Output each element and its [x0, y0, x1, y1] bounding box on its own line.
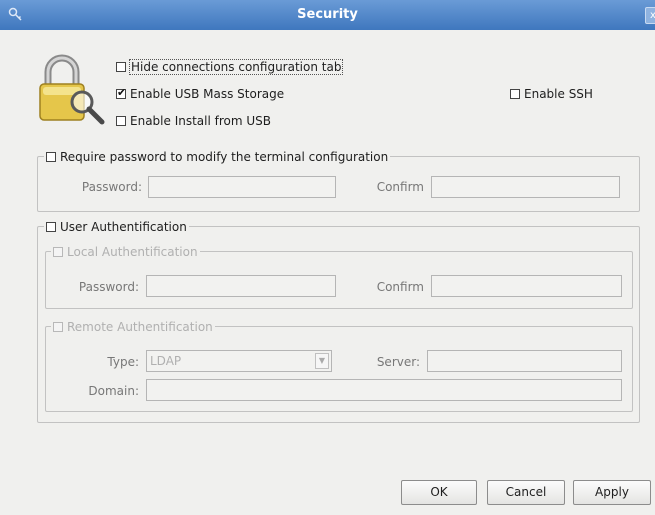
hide-tab-checkbox[interactable]: [116, 61, 126, 72]
install-usb-checkbox[interactable]: [116, 115, 126, 126]
type-label: Type:: [107, 355, 139, 369]
hide-tab-option[interactable]: Hide connections configuration tab: [116, 58, 344, 75]
server-input[interactable]: [427, 350, 622, 372]
install-usb-option[interactable]: Enable Install from USB: [116, 113, 271, 128]
terminal-confirm-input[interactable]: [431, 176, 620, 198]
apply-button[interactable]: Apply: [573, 480, 651, 505]
local-password-label: Password:: [78, 280, 139, 294]
terminal-password-label: Password:: [81, 180, 142, 194]
remote-auth-checkbox[interactable]: [53, 321, 63, 332]
terminal-password-checkbox[interactable]: [46, 151, 56, 162]
terminal-password-legend[interactable]: Require password to modify the terminal …: [44, 149, 391, 164]
local-confirm-input[interactable]: [431, 275, 622, 297]
server-label: Server:: [376, 355, 420, 369]
terminal-password-input[interactable]: [148, 176, 336, 198]
local-auth-title: Local Authentification: [67, 244, 198, 259]
domain-input[interactable]: [146, 379, 622, 401]
window-title: Security: [297, 7, 358, 22]
terminal-confirm-label: Confirm: [376, 180, 424, 194]
padlock-magnifier-icon: [39, 54, 105, 125]
terminal-password-title: Require password to modify the terminal …: [60, 149, 389, 164]
remote-auth-legend[interactable]: Remote Authentification: [51, 319, 215, 334]
remote-auth-title: Remote Authentification: [67, 319, 213, 334]
usb-storage-label: Enable USB Mass Storage: [130, 86, 285, 101]
local-auth-checkbox[interactable]: [53, 246, 63, 257]
ssh-option[interactable]: Enable SSH: [510, 86, 593, 101]
local-confirm-label: Confirm: [376, 280, 424, 294]
user-auth-title: User Authentification: [60, 219, 187, 234]
user-auth-legend[interactable]: User Authentification: [44, 219, 189, 234]
ok-button[interactable]: OK: [401, 480, 477, 505]
hide-tab-label: Hide connections configuration tab: [128, 58, 344, 75]
usb-storage-option[interactable]: ✔ Enable USB Mass Storage: [116, 86, 284, 101]
cancel-button[interactable]: Cancel: [487, 480, 565, 505]
usb-storage-checkbox[interactable]: ✔: [116, 85, 127, 99]
domain-label: Domain:: [88, 384, 139, 398]
user-auth-checkbox[interactable]: [46, 221, 56, 232]
title-bar: Security x: [0, 0, 655, 30]
chevron-down-icon[interactable]: ▼: [315, 353, 329, 369]
checkmark-icon: ✔: [117, 85, 127, 99]
local-password-input[interactable]: [146, 275, 336, 297]
ssh-checkbox[interactable]: [510, 88, 520, 99]
install-usb-label: Enable Install from USB: [130, 113, 271, 128]
type-select-value: LDAP: [150, 354, 182, 368]
ssh-label: Enable SSH: [524, 86, 593, 101]
type-select[interactable]: LDAP ▼: [146, 350, 332, 372]
local-auth-legend[interactable]: Local Authentification: [51, 244, 200, 259]
close-button[interactable]: x: [645, 7, 655, 24]
